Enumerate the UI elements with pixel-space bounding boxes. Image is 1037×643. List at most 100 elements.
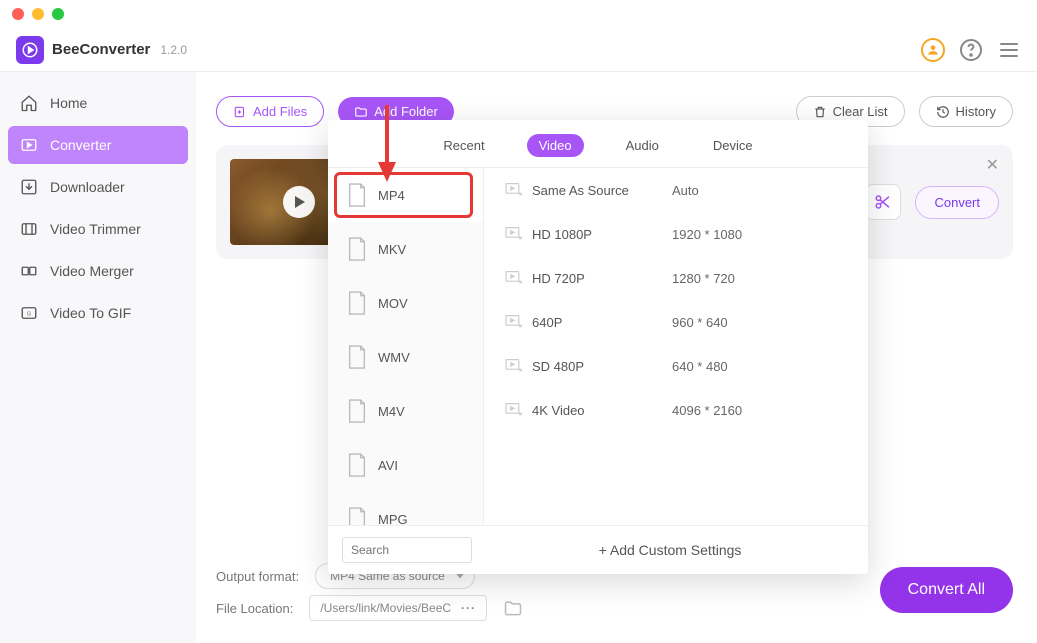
menu-icon[interactable]: [997, 38, 1021, 62]
format-label: MP4: [378, 188, 405, 203]
sidebar-item-home[interactable]: Home: [8, 84, 188, 122]
video-preset-icon: [504, 182, 532, 198]
sidebar-item-label: Downloader: [50, 179, 125, 195]
file-location-value: /Users/link/Movies/BeeC: [320, 601, 451, 615]
clear-list-label: Clear List: [833, 104, 888, 119]
more-options-icon[interactable]: ···: [461, 601, 476, 615]
resolution-item[interactable]: HD 720P 1280 * 720: [484, 256, 868, 300]
format-list: MP4 MKV MOV WMV M4V AVI: [328, 168, 484, 525]
resolution-dim: 640 * 480: [672, 359, 728, 374]
app-header: BeeConverter 1.2.0: [0, 28, 1037, 72]
format-item-mpg[interactable]: MPG: [328, 492, 483, 525]
resolution-name: HD 1080P: [532, 227, 672, 242]
add-folder-label: Add Folder: [374, 104, 438, 119]
sidebar-item-label: Home: [50, 95, 87, 111]
maximize-window-icon[interactable]: [52, 8, 64, 20]
format-item-m4v[interactable]: M4V: [328, 384, 483, 438]
resolution-dim: 1920 * 1080: [672, 227, 742, 242]
minimize-window-icon[interactable]: [32, 8, 44, 20]
video-preset-icon: [504, 270, 532, 286]
app-version: 1.2.0: [160, 43, 187, 57]
converter-icon: [20, 136, 38, 154]
convert-all-button[interactable]: Convert All: [880, 567, 1013, 613]
help-icon[interactable]: [959, 38, 983, 62]
sidebar-item-gif[interactable]: G Video To GIF: [8, 294, 188, 332]
sidebar: Home Converter Downloader Video Trimmer …: [0, 72, 196, 643]
convert-all-label: Convert All: [908, 581, 985, 598]
sidebar-item-downloader[interactable]: Downloader: [8, 168, 188, 206]
file-location-box: /Users/link/Movies/BeeC ···: [309, 595, 487, 621]
resolution-item[interactable]: SD 480P 640 * 480: [484, 344, 868, 388]
add-files-label: Add Files: [253, 104, 307, 119]
resolution-dim: 960 * 640: [672, 315, 728, 330]
sidebar-item-label: Converter: [50, 137, 111, 153]
resolution-item[interactable]: HD 1080P 1920 * 1080: [484, 212, 868, 256]
resolution-name: 4K Video: [532, 403, 672, 418]
resolution-dim: 4096 * 2160: [672, 403, 742, 418]
app-name: BeeConverter: [52, 41, 150, 58]
format-label: MPG: [378, 512, 408, 526]
resolution-dim: Auto: [672, 183, 699, 198]
format-label: MOV: [378, 296, 408, 311]
resolution-name: SD 480P: [532, 359, 672, 374]
resolution-item[interactable]: Same As Source Auto: [484, 168, 868, 212]
format-item-mov[interactable]: MOV: [328, 276, 483, 330]
tab-video[interactable]: Video: [527, 134, 584, 157]
resolution-list: Same As Source Auto HD 1080P 1920 * 1080…: [484, 168, 868, 525]
output-format-label: Output format:: [216, 569, 299, 584]
trim-button[interactable]: [865, 184, 901, 220]
sidebar-item-label: Video To GIF: [50, 305, 131, 321]
format-popup: Recent Video Audio Device MP4 MKV MOV WM…: [328, 120, 868, 574]
gif-icon: G: [20, 304, 38, 322]
format-item-mkv[interactable]: MKV: [328, 222, 483, 276]
format-search-input[interactable]: [342, 537, 472, 563]
resolution-item[interactable]: 4K Video 4096 * 2160: [484, 388, 868, 432]
sidebar-item-converter[interactable]: Converter: [8, 126, 188, 164]
format-item-wmv[interactable]: WMV: [328, 330, 483, 384]
video-preset-icon: [504, 314, 532, 330]
popup-tabs: Recent Video Audio Device: [328, 120, 868, 168]
tab-audio[interactable]: Audio: [614, 134, 671, 157]
user-account-icon[interactable]: [921, 38, 945, 62]
app-logo-icon: [16, 36, 44, 64]
file-location-row: File Location: /Users/link/Movies/BeeC ·…: [216, 595, 523, 621]
sidebar-item-merger[interactable]: Video Merger: [8, 252, 188, 290]
resolution-name: HD 720P: [532, 271, 672, 286]
add-files-button[interactable]: Add Files: [216, 96, 324, 127]
resolution-dim: 1280 * 720: [672, 271, 735, 286]
resolution-item[interactable]: 640P 960 * 640: [484, 300, 868, 344]
svg-text:G: G: [27, 311, 31, 317]
format-label: AVI: [378, 458, 398, 473]
merger-icon: [20, 262, 38, 280]
remove-file-icon[interactable]: ✕: [986, 155, 999, 175]
video-preset-icon: [504, 402, 532, 418]
window-controls: [12, 8, 64, 20]
convert-label: Convert: [934, 195, 980, 210]
sidebar-item-label: Video Merger: [50, 263, 134, 279]
download-icon: [20, 178, 38, 196]
play-icon[interactable]: [283, 186, 315, 218]
format-item-avi[interactable]: AVI: [328, 438, 483, 492]
home-icon: [20, 94, 38, 112]
history-label: History: [956, 104, 996, 119]
add-custom-settings-button[interactable]: + Add Custom Settings: [585, 536, 756, 564]
format-label: M4V: [378, 404, 405, 419]
close-window-icon[interactable]: [12, 8, 24, 20]
video-preset-icon: [504, 358, 532, 374]
tab-recent[interactable]: Recent: [431, 134, 496, 157]
open-folder-icon[interactable]: [503, 599, 523, 617]
resolution-name: Same As Source: [532, 183, 672, 198]
format-label: WMV: [378, 350, 410, 365]
sidebar-item-trimmer[interactable]: Video Trimmer: [8, 210, 188, 248]
popup-footer: + Add Custom Settings: [328, 525, 868, 574]
resolution-name: 640P: [532, 315, 672, 330]
trimmer-icon: [20, 220, 38, 238]
convert-button[interactable]: Convert: [915, 186, 999, 219]
tab-device[interactable]: Device: [701, 134, 765, 157]
video-preset-icon: [504, 226, 532, 242]
format-label: MKV: [378, 242, 406, 257]
sidebar-item-label: Video Trimmer: [50, 221, 141, 237]
history-button[interactable]: History: [919, 96, 1013, 127]
format-item-mp4[interactable]: MP4: [328, 168, 483, 222]
file-location-label: File Location:: [216, 601, 293, 616]
